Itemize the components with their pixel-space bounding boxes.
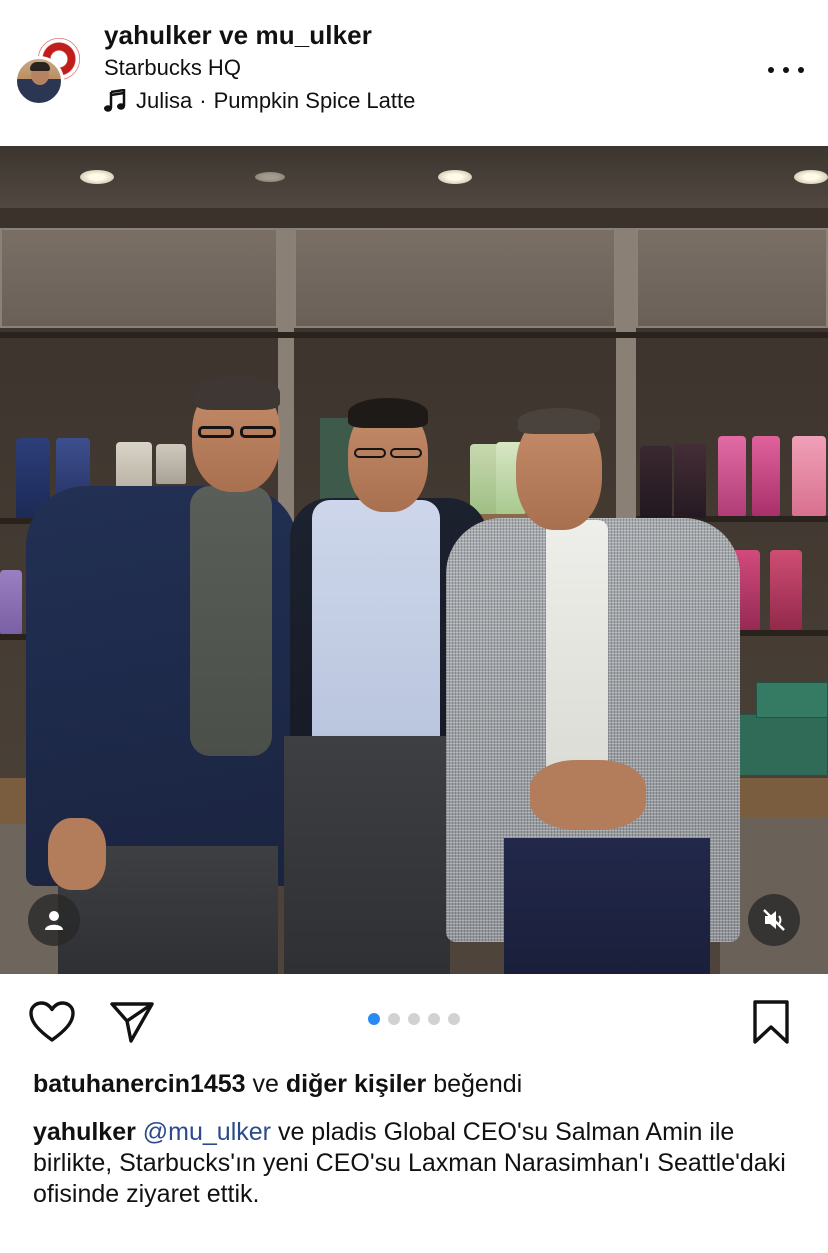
glasses <box>390 448 422 458</box>
post-caption: yahulker @mu_ulker ve pladis Global CEO'… <box>33 1117 803 1210</box>
location-label[interactable]: Starbucks HQ <box>104 55 241 81</box>
shirt <box>546 520 608 776</box>
avatar-primary[interactable] <box>14 56 64 106</box>
ceiling-light <box>794 170 828 184</box>
post-actions <box>0 974 828 1064</box>
person-tag-icon[interactable] <box>28 894 80 946</box>
wall-panel <box>0 228 278 328</box>
pants <box>504 838 710 974</box>
carousel-dot <box>388 1013 400 1025</box>
wall-panel <box>636 228 828 328</box>
ceiling-light <box>438 170 472 184</box>
shelf <box>0 332 828 338</box>
avatar-stack[interactable] <box>14 36 84 108</box>
send-icon[interactable] <box>106 996 158 1048</box>
tumbler <box>116 442 152 492</box>
likes-connector: ve <box>252 1070 279 1098</box>
pants <box>284 736 450 974</box>
ceiling-light <box>80 170 114 184</box>
tumbler <box>0 570 22 634</box>
post-authors: yahulker ve mu_ulker <box>104 20 372 51</box>
music-track: Pumpkin Spice Latte <box>213 88 416 113</box>
wall-panel <box>294 228 616 328</box>
glasses <box>354 448 386 458</box>
likes-summary[interactable]: batuhanercin1453 ve diğer kişiler beğend… <box>33 1070 522 1099</box>
carousel-indicator <box>368 1013 460 1025</box>
tumbler <box>156 444 186 484</box>
bookmark-icon[interactable] <box>748 996 794 1048</box>
sweater <box>190 486 272 756</box>
ceiling <box>0 146 828 208</box>
hair <box>348 398 428 428</box>
post-photo[interactable] <box>0 146 828 974</box>
tumbler <box>770 550 802 630</box>
hand <box>48 818 106 890</box>
music-separator: · <box>199 88 207 113</box>
hands <box>530 760 646 830</box>
tumbler <box>752 436 780 516</box>
post-header: yahulker ve mu_ulker Starbucks HQ Julisa… <box>0 0 828 146</box>
tumbler <box>792 436 826 516</box>
carousel-dot <box>448 1013 460 1025</box>
muted-speaker-icon[interactable] <box>748 894 800 946</box>
ceiling-light <box>255 172 285 182</box>
tumbler <box>674 444 706 518</box>
liker-username[interactable]: batuhanercin1453 <box>33 1070 246 1098</box>
likes-suffix: beğendi <box>433 1070 523 1098</box>
music-note-icon <box>104 89 126 112</box>
heart-icon[interactable] <box>26 996 78 1048</box>
hair <box>194 376 280 410</box>
username-primary[interactable]: yahulker <box>104 20 212 50</box>
username-connector: ve <box>219 20 249 50</box>
shirt <box>312 500 440 752</box>
hair <box>518 408 600 434</box>
caption-mention[interactable]: @mu_ulker <box>143 1118 271 1146</box>
more-horizontal-icon[interactable] <box>768 60 804 80</box>
music-attribution[interactable]: Julisa · Pumpkin Spice Latte <box>104 88 415 114</box>
music-artist: Julisa <box>136 88 193 113</box>
likes-others[interactable]: diğer kişiler <box>286 1070 426 1098</box>
username-secondary[interactable]: mu_ulker <box>256 20 372 50</box>
caption-author[interactable]: yahulker <box>33 1118 136 1146</box>
carousel-dot-active <box>368 1013 380 1025</box>
glasses <box>198 426 234 438</box>
gift-box <box>756 682 828 718</box>
carousel-dot <box>408 1013 420 1025</box>
glasses <box>240 426 276 438</box>
tumbler <box>640 446 672 518</box>
carousel-dot <box>428 1013 440 1025</box>
tumbler <box>718 436 746 516</box>
